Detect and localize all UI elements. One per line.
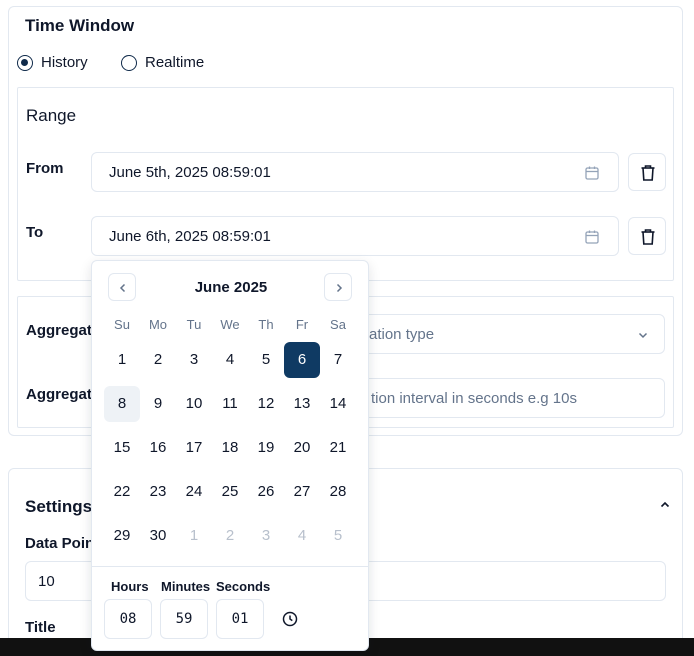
history-label: History [41, 54, 88, 71]
title-label: Title [25, 619, 56, 636]
calendar-icon [585, 230, 599, 244]
calendar-day[interactable]: 10 [176, 386, 212, 422]
seconds-label: Seconds [216, 579, 271, 594]
from-label: From [26, 160, 64, 177]
calendar-day[interactable]: 4 [212, 342, 248, 378]
range-title: Range [26, 106, 77, 125]
aggregation-type-placeholder: ation type [369, 326, 435, 343]
from-date-input[interactable]: June 5th, 2025 08:59:01 [91, 152, 619, 192]
calendar-day[interactable]: 17 [176, 430, 212, 466]
weekday-label: Fr [295, 317, 309, 332]
calendar-day[interactable]: 7 [320, 342, 356, 378]
calendar-divider [92, 566, 368, 567]
minutes-label: Minutes [161, 579, 211, 594]
hours-input[interactable]: 08 [104, 599, 152, 639]
calendar-day[interactable]: 29 [104, 518, 140, 554]
data-points-value: 10 [38, 573, 55, 590]
from-date-value: June 5th, 2025 08:59:01 [109, 164, 271, 181]
settings-title: Settings [25, 497, 93, 516]
weekday-label: Th [258, 317, 274, 332]
clear-to-button[interactable] [628, 217, 666, 255]
trash-icon [641, 229, 655, 245]
calendar-day[interactable]: 14 [320, 386, 356, 422]
aggregation-type-label: Aggregati [26, 322, 92, 339]
chevron-down-icon [638, 332, 648, 339]
weekday-label: We [220, 317, 240, 332]
calendar-day[interactable]: 18 [212, 430, 248, 466]
clear-from-button[interactable] [628, 153, 666, 191]
calendar-day[interactable]: 23 [140, 474, 176, 510]
next-month-button[interactable] [324, 273, 352, 301]
to-date-value: June 6th, 2025 08:59:01 [109, 228, 271, 245]
data-points-label: Data Point [25, 535, 100, 552]
calendar-day[interactable]: 6 [284, 342, 320, 378]
time-window-title: Time Window [25, 16, 135, 35]
calendar-day[interactable]: 9 [140, 386, 176, 422]
chevron-up-icon[interactable] [659, 499, 671, 511]
chevron-right-icon [336, 283, 343, 293]
minutes-input[interactable]: 59 [160, 599, 208, 639]
calendar-day[interactable]: 16 [140, 430, 176, 466]
calendar-day[interactable]: 27 [284, 474, 320, 510]
calendar-day[interactable]: 13 [284, 386, 320, 422]
seconds-input[interactable]: 01 [216, 599, 264, 639]
calendar-day[interactable]: 3 [176, 342, 212, 378]
realtime-radio[interactable] [121, 55, 137, 71]
to-date-input[interactable]: June 6th, 2025 08:59:01 [91, 216, 619, 256]
calendar-day[interactable]: 1 [104, 342, 140, 378]
weekday-label: Mo [148, 317, 168, 332]
mode-option-realtime[interactable]: Realtime [121, 54, 231, 74]
calendar-day[interactable]: 15 [104, 430, 140, 466]
calendar-day[interactable]: 4 [284, 518, 320, 554]
calendar-day[interactable]: 2 [212, 518, 248, 554]
clock-icon[interactable] [282, 611, 298, 627]
calendar-day[interactable]: 25 [212, 474, 248, 510]
calendar-day[interactable]: 12 [248, 386, 284, 422]
calendar-day[interactable]: 2 [140, 342, 176, 378]
calendar-day[interactable]: 19 [248, 430, 284, 466]
mode-option-history[interactable]: History [17, 54, 127, 74]
calendar-icon [585, 166, 599, 180]
to-label: To [26, 224, 44, 241]
date-picker-popover: June 2025 Su Mo Tu We Th Fr Sa 1 2 3 4 5 6 7 8 9 10 11 12… [91, 260, 369, 651]
hours-label: Hours [111, 579, 149, 594]
calendar-day[interactable]: 30 [140, 518, 176, 554]
calendar-day[interactable]: 5 [320, 518, 356, 554]
calendar-day[interactable]: 8 [104, 386, 140, 422]
calendar-day[interactable]: 3 [248, 518, 284, 554]
calendar-day[interactable]: 26 [248, 474, 284, 510]
calendar-day[interactable]: 5 [248, 342, 284, 378]
calendar-day[interactable]: 21 [320, 430, 356, 466]
calendar-day[interactable]: 11 [212, 386, 248, 422]
weekday-label: Tu [186, 317, 202, 332]
history-radio[interactable] [17, 55, 33, 71]
calendar-day[interactable]: 28 [320, 474, 356, 510]
calendar-day[interactable]: 20 [284, 430, 320, 466]
aggregation-interval-placeholder: tion interval in seconds e.g 10s [371, 390, 577, 407]
calendar-day[interactable]: 24 [176, 474, 212, 510]
weekday-label: Su [114, 317, 130, 332]
realtime-label: Realtime [145, 54, 205, 71]
aggregation-interval-label: Aggregati [26, 386, 92, 403]
calendar-day[interactable]: 22 [104, 474, 140, 510]
calendar-day[interactable]: 1 [176, 518, 212, 554]
trash-icon [641, 165, 655, 181]
weekday-label: Sa [330, 317, 346, 332]
